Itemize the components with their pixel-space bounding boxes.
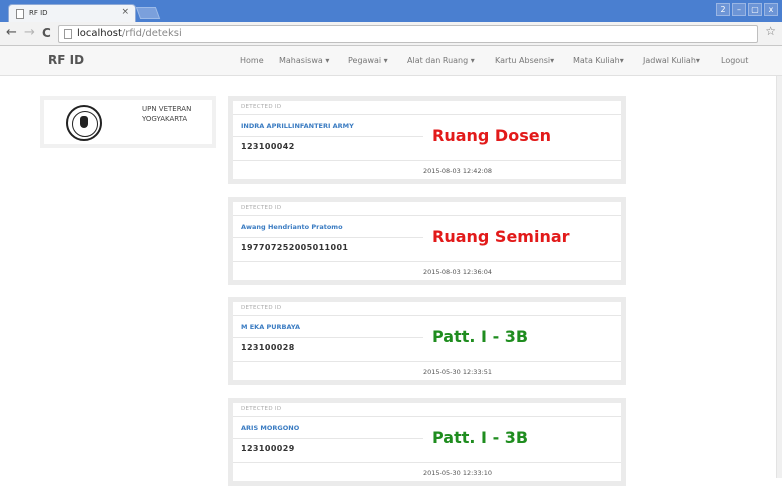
card-divider <box>233 136 423 137</box>
card-divider <box>233 462 621 463</box>
card-room-name: Ruang Dosen <box>432 126 551 145</box>
card-id-number: 197707252005011001 <box>241 243 349 252</box>
detection-card: DETECTED ID ARIS MORGONO 123100029 Patt.… <box>228 398 626 486</box>
page-icon <box>64 29 72 39</box>
window-profile-button[interactable]: 2 <box>716 3 730 16</box>
institution-panel: UPN VETERAN YOGYAKARTA <box>40 96 216 148</box>
nav-mahasiswa-dropdown[interactable]: Mahasiswa ▾ <box>279 56 329 65</box>
card-room-name: Patt. I - 3B <box>432 327 529 346</box>
brand-logo-text[interactable]: RF ID <box>48 53 84 67</box>
detection-card: DETECTED ID Awang Hendrianto Pratomo 197… <box>228 197 626 285</box>
window-minimize-button[interactable]: – <box>732 3 746 16</box>
detection-card-body: DETECTED ID ARIS MORGONO 123100029 Patt.… <box>233 403 621 481</box>
browser-tab[interactable]: RF ID × <box>8 4 136 22</box>
tab-title: RF ID <box>29 9 48 17</box>
page-favicon-icon <box>16 9 24 19</box>
browser-titlebar: RF ID × 2 – ▢ x <box>0 0 782 22</box>
bookmark-star-icon[interactable]: ☆ <box>765 24 776 38</box>
card-timestamp: 2015-08-03 12:42:08 <box>423 167 493 175</box>
address-bar[interactable]: localhost/rfid/deteksi <box>58 25 758 43</box>
forward-arrow-icon[interactable]: → <box>24 25 35 40</box>
card-heading: DETECTED ID <box>241 104 282 110</box>
back-arrow-icon[interactable]: ← <box>6 25 17 40</box>
detection-card-body: DETECTED ID INDRA APRILLINFANTERI ARMY 1… <box>233 101 621 179</box>
nav-logout[interactable]: Logout <box>721 56 748 65</box>
card-timestamp: 2015-05-30 12:33:51 <box>423 368 493 376</box>
window-maximize-button[interactable]: ▢ <box>748 3 762 16</box>
card-divider <box>233 160 621 161</box>
card-id-number: 123100029 <box>241 444 295 453</box>
window-controls: 2 – ▢ x <box>716 3 778 16</box>
card-room-name: Ruang Seminar <box>432 227 570 246</box>
url-path: /rfid/deteksi <box>121 28 182 39</box>
card-divider <box>233 114 621 115</box>
university-logo-icon <box>66 105 102 141</box>
card-id-number: 123100042 <box>241 142 295 151</box>
reload-icon[interactable]: C <box>42 26 51 40</box>
nav-pegawai-dropdown[interactable]: Pegawai ▾ <box>348 56 388 65</box>
card-person-name: ARIS MORGONO <box>241 424 300 432</box>
card-person-name: Awang Hendrianto Pratomo <box>241 223 343 231</box>
card-heading: DETECTED ID <box>241 305 282 311</box>
site-navbar: RF ID Home Mahasiswa ▾ Pegawai ▾ Alat da… <box>0 46 782 76</box>
card-divider <box>233 438 423 439</box>
nav-kartu-absensi-dropdown[interactable]: Kartu Absensi▾ <box>495 56 554 65</box>
card-timestamp: 2015-08-03 12:36:04 <box>423 268 493 276</box>
university-name-line2: YOGYAKARTA <box>142 115 188 123</box>
detection-card: DETECTED ID INDRA APRILLINFANTERI ARMY 1… <box>228 96 626 184</box>
tab-close-icon[interactable]: × <box>121 7 129 17</box>
card-divider <box>233 215 621 216</box>
url-host: localhost <box>77 28 122 39</box>
card-divider <box>233 237 423 238</box>
nav-home[interactable]: Home <box>240 56 264 65</box>
card-divider <box>233 261 621 262</box>
detection-card-body: DETECTED ID M EKA PURBAYA 123100028 Patt… <box>233 302 621 380</box>
card-divider <box>233 315 621 316</box>
card-person-name: M EKA PURBAYA <box>241 323 301 331</box>
institution-panel-inner: UPN VETERAN YOGYAKARTA <box>44 100 212 144</box>
card-divider <box>233 337 423 338</box>
nav-alat-ruang-dropdown[interactable]: Alat dan Ruang ▾ <box>407 56 475 65</box>
card-room-name: Patt. I - 3B <box>432 428 529 447</box>
detection-card-body: DETECTED ID Awang Hendrianto Pratomo 197… <box>233 202 621 280</box>
card-person-name: INDRA APRILLINFANTERI ARMY <box>241 122 354 130</box>
browser-toolbar: ← → C localhost/rfid/deteksi ☆ <box>0 22 782 46</box>
page-scrollbar[interactable] <box>776 76 782 478</box>
card-heading: DETECTED ID <box>241 406 282 412</box>
card-timestamp: 2015-05-30 12:33:10 <box>423 469 493 477</box>
window-close-button[interactable]: x <box>764 3 778 16</box>
card-divider <box>233 361 621 362</box>
card-divider <box>233 416 621 417</box>
university-name-line1: UPN VETERAN <box>142 105 192 113</box>
card-heading: DETECTED ID <box>241 205 282 211</box>
card-id-number: 123100028 <box>241 343 295 352</box>
detection-card: DETECTED ID M EKA PURBAYA 123100028 Patt… <box>228 297 626 385</box>
nav-jadwal-kuliah-dropdown[interactable]: Jadwal Kuliah▾ <box>643 56 700 65</box>
new-tab-button[interactable] <box>135 7 161 19</box>
url-text[interactable]: localhost/rfid/deteksi <box>77 28 182 39</box>
nav-mata-kuliah-dropdown[interactable]: Mata Kuliah▾ <box>573 56 624 65</box>
